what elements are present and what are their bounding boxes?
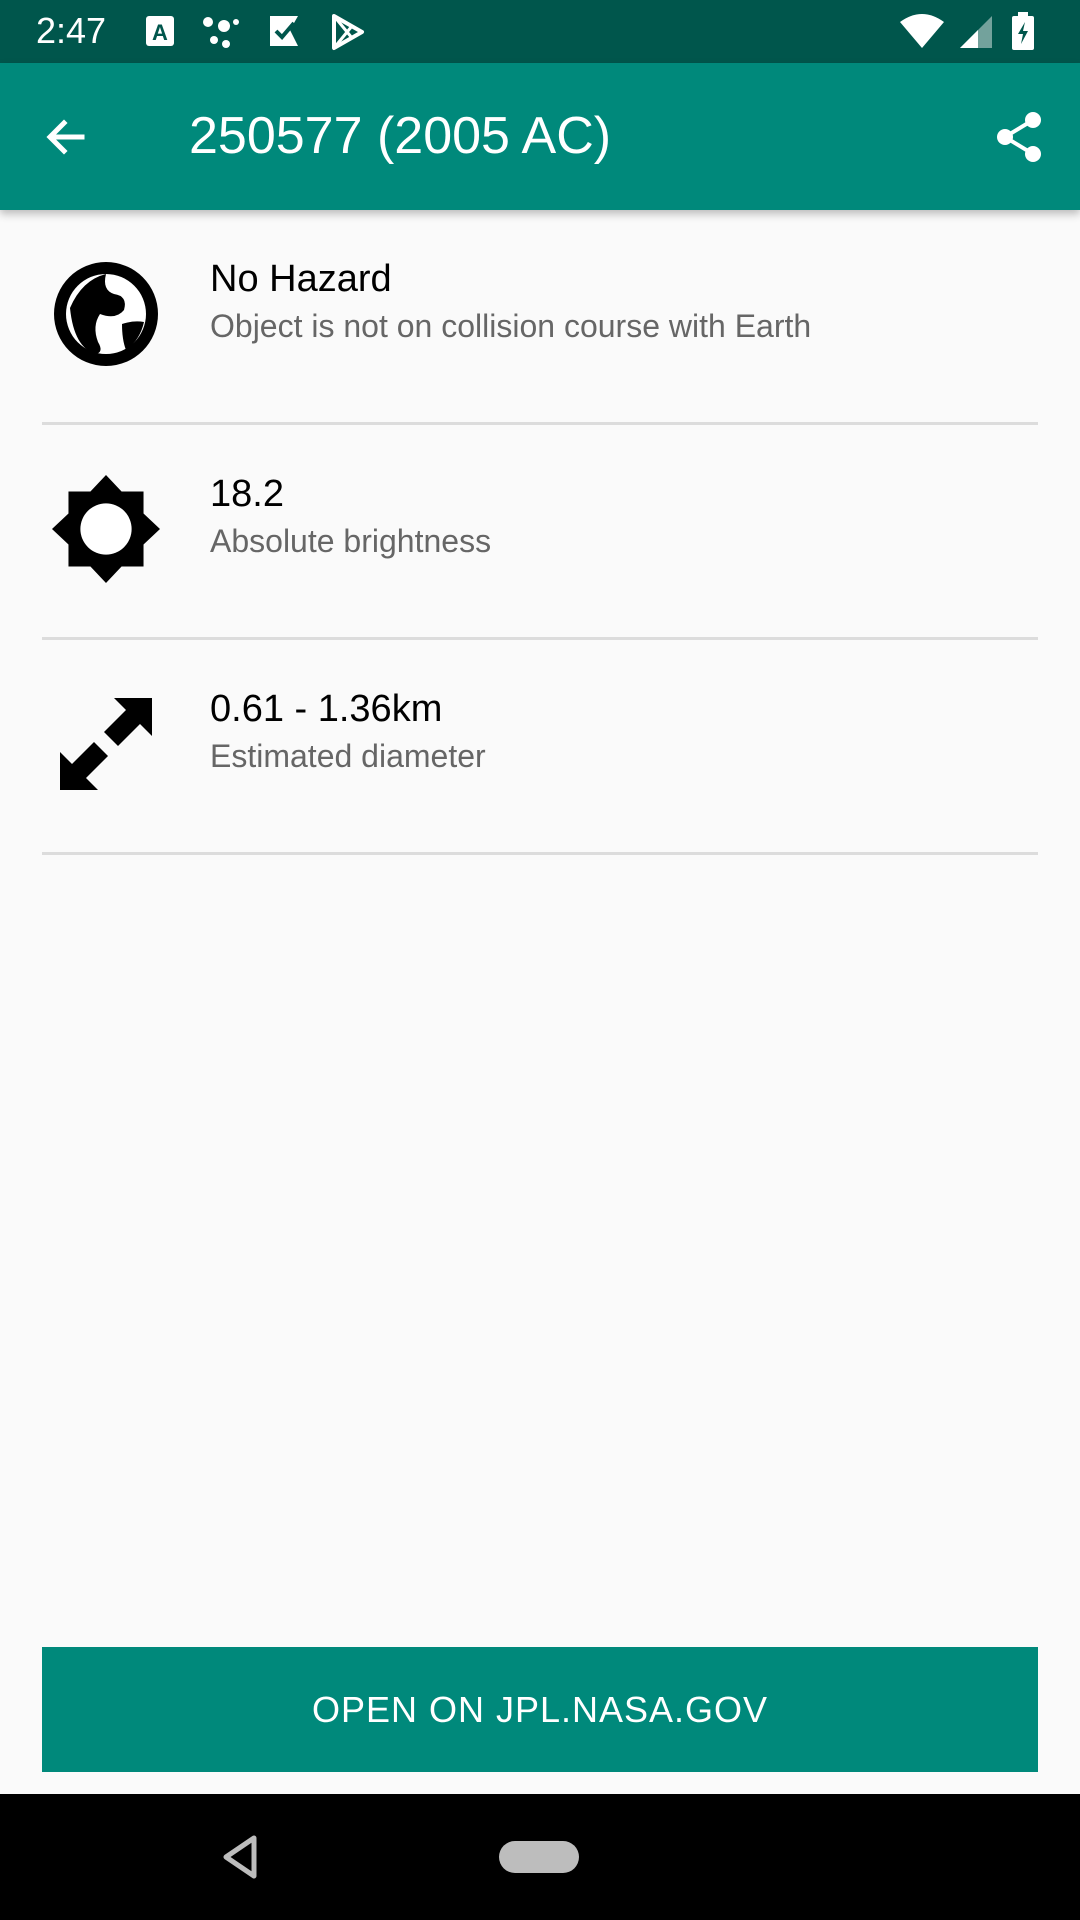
open-jpl-button[interactable]: OPEN ON JPL.NASA.GOV (42, 1647, 1038, 1772)
brightness-row: 18.2 Absolute brightness (42, 425, 1038, 640)
arrow-back-icon (46, 119, 85, 155)
diameter-row: 0.61 - 1.36km Estimated diameter (42, 640, 1038, 855)
text-a-icon: A (146, 16, 174, 46)
navigation-bar (0, 1794, 1080, 1920)
share-button[interactable] (990, 107, 1050, 167)
page-title: 250577 (2005 AC) (189, 107, 612, 165)
svg-text:A: A (152, 20, 168, 45)
share-icon (997, 112, 1041, 162)
hazard-title: No Hazard (210, 258, 392, 300)
dots-icon (203, 17, 239, 48)
signal-icon (960, 16, 992, 48)
diameter-value: 0.61 - 1.36km (210, 688, 443, 730)
hazard-subtitle: Object is not on collision course with E… (210, 308, 812, 344)
status-bar: 2:47 A (0, 0, 1080, 63)
nav-back-icon[interactable] (218, 1832, 262, 1882)
play-store-icon (332, 14, 364, 50)
globe-icon (52, 260, 160, 368)
brightness-value: 18.2 (210, 473, 284, 515)
wifi-icon (900, 14, 944, 48)
back-button[interactable] (36, 107, 96, 167)
hazard-row: No Hazard Object is not on collision cou… (42, 210, 1038, 425)
app-bar: 250577 (2005 AC) (0, 63, 1080, 210)
check-flag-icon (270, 16, 298, 46)
brightness-icon (52, 475, 160, 583)
diameter-arrows-icon (52, 690, 160, 798)
brightness-label: Absolute brightness (210, 523, 492, 559)
status-time: 2:47 (36, 10, 107, 51)
battery-charging-icon (1012, 12, 1034, 50)
diameter-label: Estimated diameter (210, 738, 486, 774)
details-list: No Hazard Object is not on collision cou… (0, 210, 1080, 855)
nav-home-icon[interactable] (499, 1841, 579, 1873)
